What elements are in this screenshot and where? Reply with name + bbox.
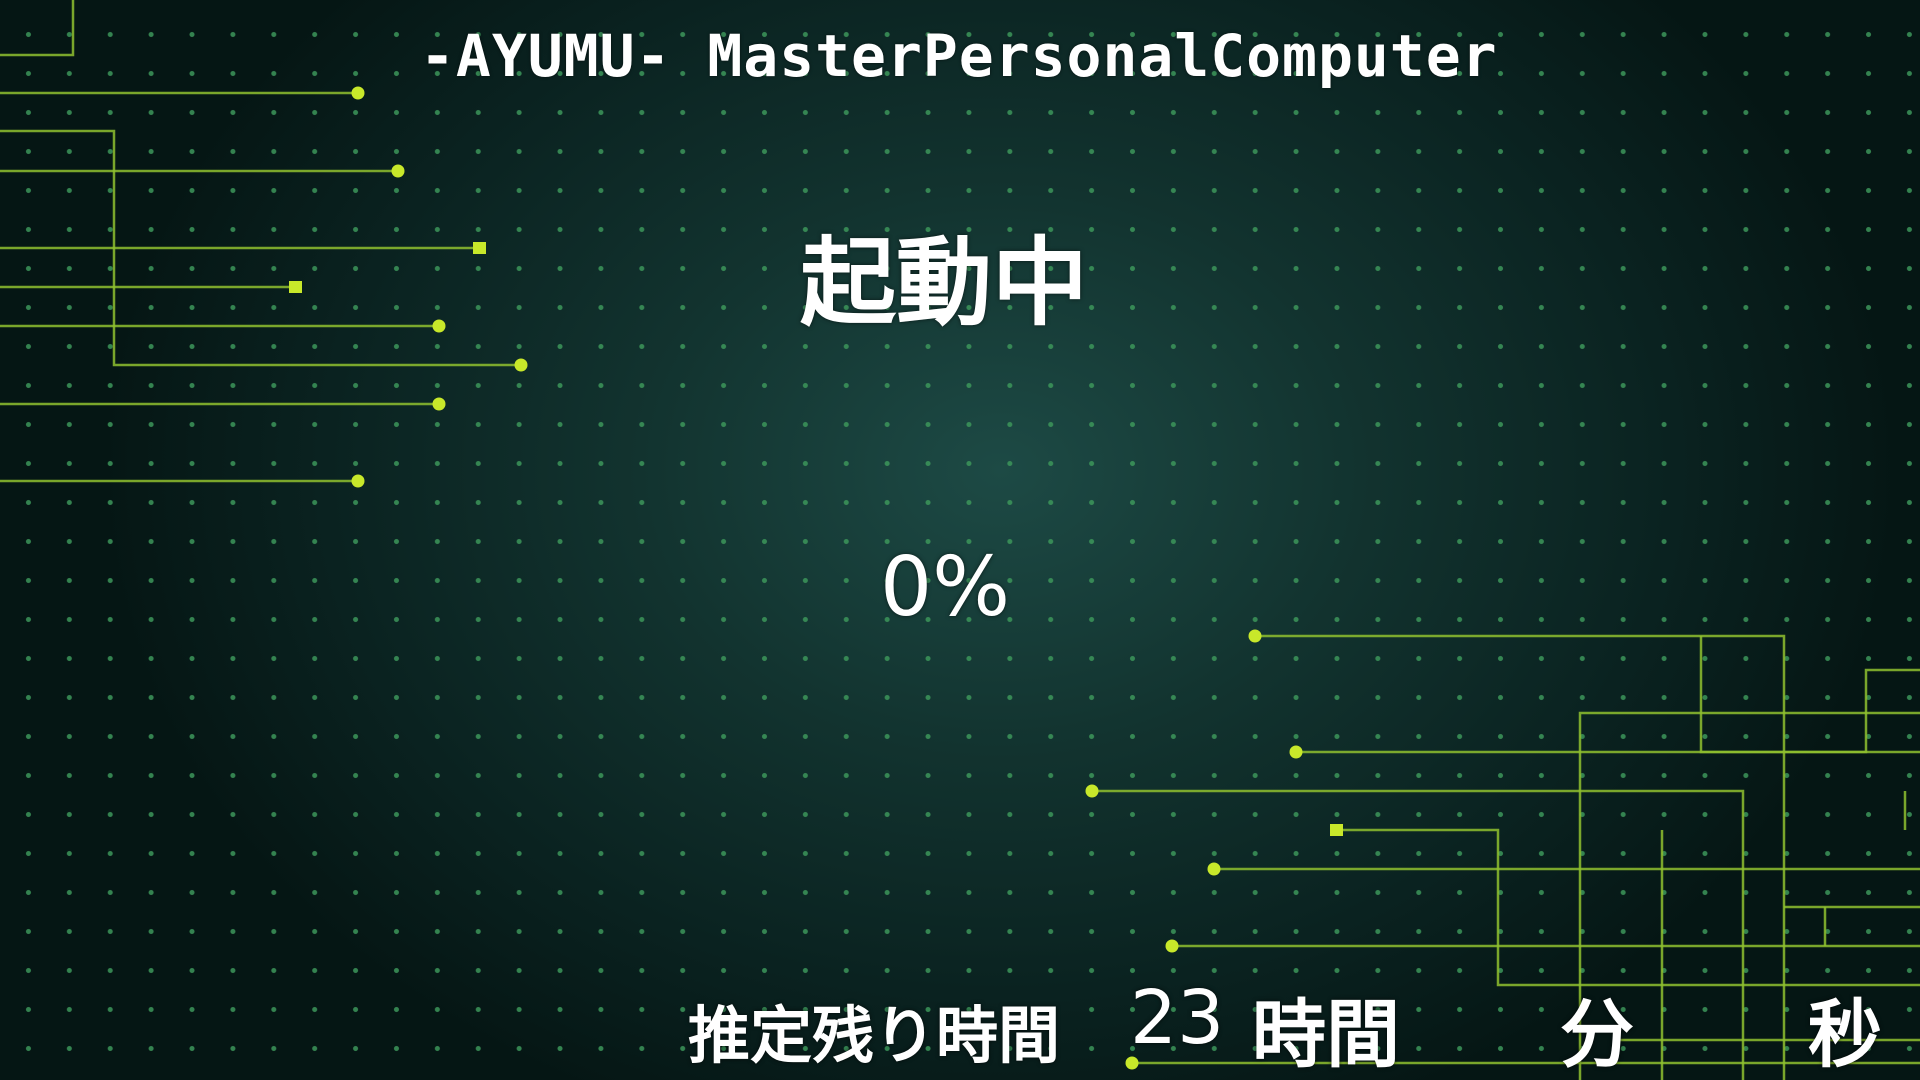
remaining-hours-unit: 時間: [1252, 992, 1400, 1078]
boot-screen: -AYUMU- MasterPersonalComputer 起動中 0% 推定…: [0, 0, 1920, 1080]
remaining-minutes-unit: 分: [1560, 992, 1634, 1078]
app-title: -AYUMU- MasterPersonalComputer: [420, 22, 1498, 90]
remaining-hours-value: 23: [1130, 975, 1225, 1061]
remaining-seconds-unit: 秒: [1808, 992, 1882, 1078]
boot-status-label: 起動中: [800, 227, 1088, 339]
remaining-time-label: 推定残り時間: [688, 999, 1061, 1072]
boot-progress-percent: 0%: [880, 540, 1011, 635]
